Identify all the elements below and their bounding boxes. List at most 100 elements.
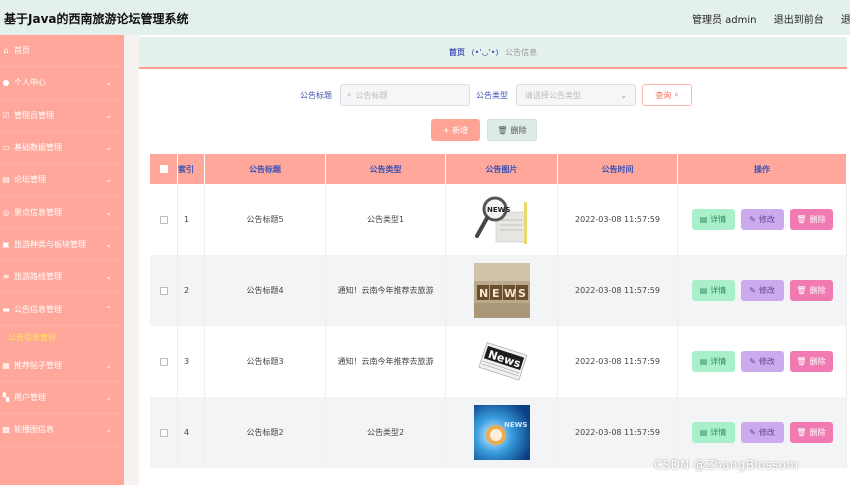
trash-icon: 🗑 <box>796 215 807 224</box>
table-header: 索引 公告标题 公告类型 公告图片 公告时间 操作 <box>150 154 847 184</box>
sidebar-item-spots[interactable]: ◎ 景点信息管理 ⌄ <box>0 196 124 229</box>
row-title: 公告标题2 <box>205 397 326 468</box>
batch-delete-button[interactable]: 🗑 删除 <box>487 119 537 141</box>
chevron-down-icon: ⌄ <box>105 207 112 217</box>
sidebar-item-personal[interactable]: ● 个人中心 ⌄ <box>0 67 124 100</box>
edit-button[interactable]: ✎ 修改 <box>740 422 784 443</box>
svg-text:E: E <box>492 287 500 300</box>
row-checkbox[interactable] <box>159 215 168 224</box>
chevron-down-icon: ⌄ <box>105 143 112 153</box>
sidebar-item-recommend[interactable]: ▦ 推荐帖子管理 ⌄ <box>0 350 124 382</box>
edit-button[interactable]: ✎ 修改 <box>740 280 784 301</box>
header-time[interactable]: 公告时间 <box>558 154 678 184</box>
svg-text:NEWS: NEWS <box>504 421 527 429</box>
edit-button[interactable]: ✎ 修改 <box>740 209 784 230</box>
sidebar-item-category[interactable]: ▣ 旅游种类与板块管理 ⌄ <box>0 229 124 262</box>
app-title: 基于Java的西南旅游论坛管理系统 <box>4 12 189 26</box>
select-all-cell <box>150 154 178 184</box>
user-icon: ● <box>2 78 10 88</box>
row-title: 公告标题4 <box>205 255 326 326</box>
svg-text:N: N <box>479 287 488 300</box>
document-icon: ▤ <box>699 357 708 366</box>
header-image[interactable]: 公告图片 <box>446 154 558 184</box>
users-icon: ▚ <box>2 393 10 403</box>
chevron-down-icon: ⌄ <box>105 272 112 282</box>
detail-button[interactable]: ▤ 详情 <box>691 422 735 443</box>
row-time: 2022-03-08 11:57:59 <box>558 255 678 326</box>
submenu-notice-active[interactable]: 公告信息管理 <box>0 325 124 350</box>
delete-button[interactable]: 🗑 删除 <box>789 209 833 230</box>
trash-icon: 🗑 <box>796 428 807 437</box>
current-user: 管理员 admin <box>692 15 757 26</box>
chevron-down-icon: ⌄ <box>620 90 627 100</box>
header-title[interactable]: 公告标题 <box>205 154 326 184</box>
title-search-input[interactable]: ⌕ 公告标题 <box>340 84 470 106</box>
chevron-down-icon: ⌄ <box>105 175 112 185</box>
svg-text:W: W <box>504 287 516 300</box>
delete-button[interactable]: 🗑 删除 <box>789 351 833 372</box>
search-bar: 公告标题 ⌕ 公告标题 公告类型 请选择公告类型 ⌄ 查询 ⌕ <box>300 84 692 106</box>
header-type[interactable]: 公告类型 <box>326 154 446 184</box>
delete-button[interactable]: 🗑 删除 <box>789 280 833 301</box>
row-index: 3 <box>178 326 205 397</box>
document-icon: ▤ <box>699 215 708 224</box>
svg-text:S: S <box>518 287 526 300</box>
breadcrumb-current: 公告信息 <box>505 48 538 57</box>
chevron-up-icon: ⌃ <box>105 304 112 314</box>
sidebar-item-basic-data[interactable]: ▭ 基础数据管理 ⌄ <box>0 132 124 165</box>
search-icon: ⌕ <box>347 90 352 99</box>
title-label: 公告标题 <box>300 90 332 100</box>
detail-button[interactable]: ▤ 详情 <box>691 209 735 230</box>
chevron-down-icon: ⌄ <box>105 110 112 120</box>
row-type: 通知！云南今年推荐去旅游 <box>326 326 446 397</box>
news-blue-image[interactable]: NEWS <box>473 405 530 460</box>
notice-table: 索引 公告标题 公告类型 公告图片 公告时间 操作 1 公告标题5 公告类型1 … <box>150 154 847 468</box>
trash-icon: 🗑 <box>796 357 807 366</box>
row-title: 公告标题5 <box>205 184 326 255</box>
row-type: 通知！云南今年推荐去旅游 <box>326 255 446 326</box>
query-button[interactable]: 查询 ⌕ <box>642 84 692 106</box>
forum-icon: ▤ <box>2 175 10 185</box>
news-blocks-image[interactable]: N E W S <box>473 263 530 318</box>
news-paper-image[interactable]: News <box>473 334 530 389</box>
table-row: 2 公告标题4 通知！云南今年推荐去旅游 N E W S 2022-03-08 … <box>150 255 847 326</box>
row-time: 2022-03-08 11:57:59 <box>558 326 678 397</box>
chevron-down-icon: ⌄ <box>105 360 112 370</box>
sidebar-item-users[interactable]: ▚ 用户管理 ⌄ <box>0 382 124 415</box>
add-button[interactable]: + 新增 <box>431 119 480 141</box>
sidebar-item-carousel[interactable]: ▩ 轮播图信息 ⌄ <box>0 414 124 447</box>
detail-button[interactable]: ▤ 详情 <box>691 351 735 372</box>
sidebar-item-forum[interactable]: ▤ 论坛管理 ⌄ <box>0 164 124 197</box>
spot-icon: ◎ <box>2 207 10 217</box>
document-icon: ▤ <box>699 286 708 295</box>
header-index: 索引 <box>178 154 205 184</box>
document-icon: ▤ <box>699 428 708 437</box>
select-all-checkbox[interactable] <box>159 165 168 173</box>
type-select[interactable]: 请选择公告类型 ⌄ <box>516 84 636 106</box>
trash-icon: 🗑 <box>796 286 807 295</box>
row-checkbox[interactable] <box>159 357 168 366</box>
detail-button[interactable]: ▤ 详情 <box>691 280 735 301</box>
row-checkbox[interactable] <box>159 286 168 295</box>
header-ops: 操作 <box>678 154 847 184</box>
row-index: 2 <box>178 255 205 326</box>
chevron-down-icon: ⌄ <box>105 78 112 88</box>
delete-button[interactable]: 🗑 删除 <box>789 422 833 443</box>
breadcrumb-home[interactable]: 首页 <box>449 48 465 57</box>
sidebar-item-home[interactable]: ⌂ 首页 <box>0 35 124 68</box>
row-type: 公告类型1 <box>326 184 446 255</box>
news-magnifier-image[interactable]: NEWS <box>473 192 530 247</box>
admin-icon: ☑ <box>2 110 10 120</box>
row-checkbox[interactable] <box>159 428 168 437</box>
top-links: 管理员 admin 退出到前台 退出登录 <box>692 11 850 26</box>
trash-icon: 🗑 <box>497 125 508 135</box>
logout-link[interactable]: 退出登录 <box>841 15 850 26</box>
sidebar-item-route[interactable]: ≡ 旅游路线管理 ⌄ <box>0 261 124 294</box>
back-to-front-link[interactable]: 退出到前台 <box>774 15 824 26</box>
table-row: 3 公告标题3 通知！云南今年推荐去旅游 News 2022-03-08 11:… <box>150 326 847 397</box>
sidebar-item-admin[interactable]: ☑ 管理员管理 ⌄ <box>0 100 124 132</box>
content-gutter <box>124 35 139 485</box>
edit-button[interactable]: ✎ 修改 <box>740 351 784 372</box>
sidebar-item-notice[interactable]: ▬ 公告信息管理 ⌃ <box>0 293 124 326</box>
carousel-icon: ▩ <box>2 425 10 435</box>
